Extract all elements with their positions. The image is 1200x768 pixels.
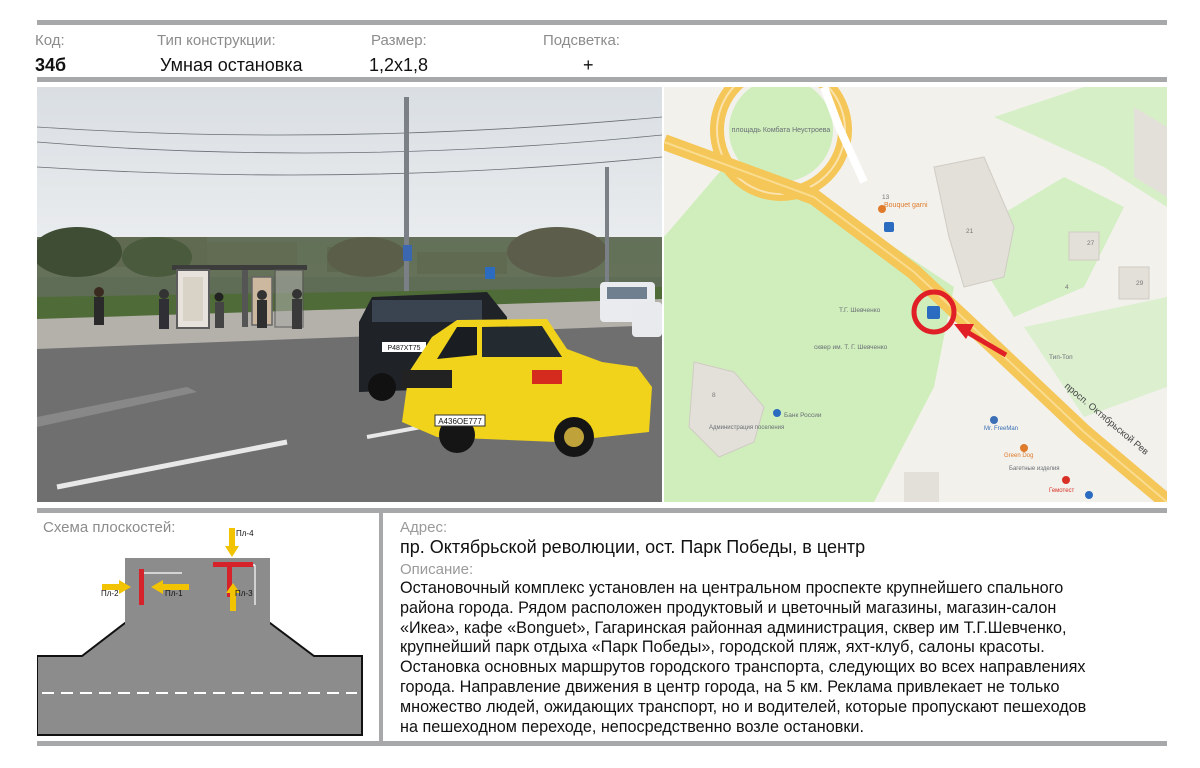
poi-green-dog[interactable]: Green Dog xyxy=(1004,453,1033,459)
lighting-value: + xyxy=(583,55,594,75)
monument-label: Т.Г. Шевченко xyxy=(839,307,881,314)
poi-gemotest[interactable]: Гемотест xyxy=(1049,488,1075,494)
description-label: Описание: xyxy=(400,561,474,578)
size-value: 1,2x1,8 xyxy=(369,55,429,75)
bus-stop-icon xyxy=(884,222,894,232)
pet-shop-icon xyxy=(1020,444,1028,452)
poi-bank[interactable]: Банк России xyxy=(784,412,822,419)
poi-frames[interactable]: Багетные изделия xyxy=(1009,466,1060,472)
poi-administration[interactable]: Администрация поселения xyxy=(709,425,784,431)
plane-4-panel xyxy=(213,562,253,567)
front-plate-text: А436ОЕ777 xyxy=(438,417,482,426)
bus-stop-icon xyxy=(927,306,940,319)
house-4: 4 xyxy=(1065,284,1069,291)
poi-mr-freeman[interactable]: Mr. FreeMan xyxy=(984,426,1018,432)
section-rule-bottom xyxy=(37,741,1167,746)
plane-3-label: Пл-3 xyxy=(235,589,253,598)
poi-bouquet[interactable]: Bouquet garni xyxy=(884,202,928,209)
lighting-label: Подсветка: xyxy=(543,32,620,49)
house-27: 27 xyxy=(1087,240,1095,247)
poi-tip-top[interactable]: Тип-Топ xyxy=(1049,354,1073,361)
house-21: 21 xyxy=(966,228,974,235)
description-line: Остановочный комплекс установлен на цент… xyxy=(400,579,1064,597)
svg-text:площадь Комбата Неустроева: площадь Комбата Неустроева xyxy=(732,126,831,134)
code-value: 34б xyxy=(35,55,67,75)
location-map[interactable]: площадь Комбата Неустроева Т.Г. Шевченко… xyxy=(664,87,1167,502)
plane-4-label: Пл-4 xyxy=(236,529,254,538)
plane-2-label: Пл-2 xyxy=(101,589,119,598)
plane-1-label: Пл-1 xyxy=(165,589,183,598)
road-shape xyxy=(37,622,363,736)
description-line: района города. Рядом расположен продукто… xyxy=(400,598,1057,617)
description-line: крупнейший парк отдыха «Парк Победы», го… xyxy=(400,638,1045,657)
planes-scheme: Пл-2 Пл-1 Пл-3 Пл-4 xyxy=(37,528,363,736)
size-label: Размер: xyxy=(371,32,427,49)
house-13: 13 xyxy=(882,194,890,201)
address-value: пр. Октябрьской революции, ост. Парк Поб… xyxy=(400,537,866,557)
description-line: Остановка основных маршрутов городского … xyxy=(400,658,1086,677)
type-label: Тип конструкции: xyxy=(157,32,276,49)
section-divider xyxy=(379,513,383,741)
clinic-icon xyxy=(1062,476,1070,484)
street-photo: Р487ХТ75 А436ОЕ777 xyxy=(37,87,662,502)
bank-icon xyxy=(773,409,781,417)
house-29: 29 xyxy=(1136,280,1144,287)
type-value: Умная остановка xyxy=(160,55,303,75)
house-8: 8 xyxy=(712,392,716,399)
bus-stop-icon xyxy=(1085,491,1093,499)
plane-2-panel xyxy=(139,569,144,605)
description-line: множество людей, ожидающих транспорт, но… xyxy=(400,697,1087,716)
square-label: площадь Комбата Неустроева xyxy=(732,126,831,134)
description-line: на пешеходном переходе, непосредственно … xyxy=(400,717,864,736)
flower-shop-icon xyxy=(878,205,886,213)
description-line: города. Направление движения в центр гор… xyxy=(400,677,1060,696)
shop-icon xyxy=(990,416,998,424)
top-rule xyxy=(37,20,1167,25)
description-line: «Икеа», кафе «Bonguet», Гагаринская райо… xyxy=(400,618,1067,637)
code-label: Код: xyxy=(35,32,65,49)
park-label: сквер им. Т. Г. Шевченко xyxy=(814,344,888,351)
back-plate-text: Р487ХТ75 xyxy=(387,345,420,352)
address-label: Адрес: xyxy=(400,519,448,536)
description-text: Остановочный комплекс установлен на цент… xyxy=(400,579,1180,737)
header-rule xyxy=(37,77,1167,82)
